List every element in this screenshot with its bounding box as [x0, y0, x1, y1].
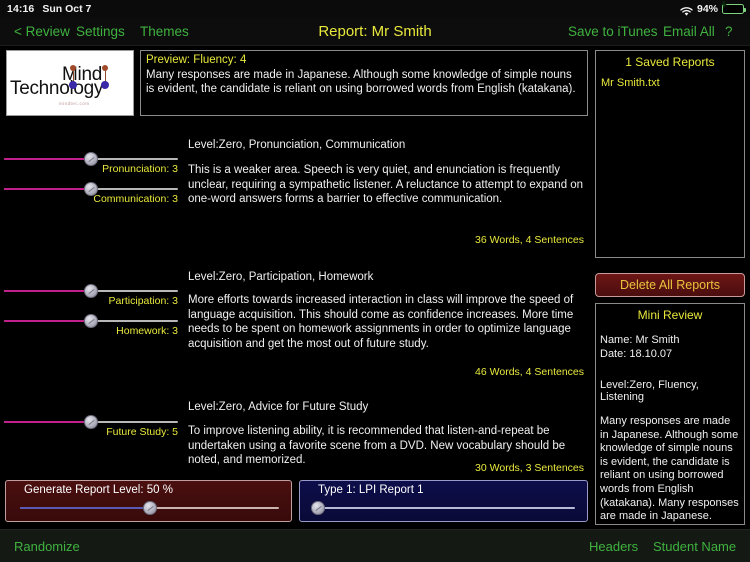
email-all-button[interactable]: Email All — [663, 18, 715, 46]
generate-report-level-panel: Generate Report Level: 50 % — [5, 480, 292, 522]
wifi-icon — [680, 5, 693, 16]
battery-percent: 94% — [696, 3, 718, 15]
logo-text-mind: Mind — [62, 64, 102, 85]
report-type-slider-thumb[interactable] — [311, 501, 325, 515]
logo-pin-head-right — [102, 65, 108, 71]
section-body: To improve listening ability, it is reco… — [188, 425, 566, 466]
mini-review-level: Level:Zero, Fluency, Listening — [600, 379, 699, 403]
status-date: Sun Oct 7 — [42, 3, 92, 15]
generate-report-level-label: Generate Report Level: 50 % — [24, 484, 173, 496]
section-body: This is a weaker area. Speech is very qu… — [188, 164, 584, 205]
section-word-count: 36 Words, 4 Sentences — [475, 234, 584, 246]
slider-thumb-homework[interactable] — [84, 314, 98, 328]
slider-fill — [4, 290, 91, 292]
slider-row[interactable]: Future Study: 5 — [0, 414, 182, 440]
mini-review-date: Date: 18.10.07 — [600, 347, 673, 360]
saved-reports-title: 1 Saved Reports — [625, 55, 715, 69]
preview-body: Many responses are made in Japanese. Alt… — [146, 69, 576, 95]
section-body: More efforts towards increased interacti… — [188, 294, 574, 350]
ios-status-bar: 14:16 Sun Oct 7 94% — [0, 0, 750, 18]
slider-label: Pronunciation: 3 — [102, 163, 178, 175]
slider-fill — [4, 320, 91, 322]
slider-fill — [4, 158, 91, 160]
slider-fill — [4, 421, 91, 423]
slider-fill — [4, 188, 91, 190]
logo-pin-head-left — [70, 65, 76, 71]
status-time: 14:16 — [7, 3, 35, 15]
mini-review-name: Name: Mr Smith — [600, 334, 680, 346]
report-type-slider-track[interactable] — [314, 507, 575, 509]
slider-thumb-participation[interactable] — [84, 284, 98, 298]
saved-reports-panel: 1 Saved Reports Mr Smith.txt — [595, 50, 745, 258]
mini-review-panel: Mini Review Name: Mr Smith Date: 18.10.0… — [595, 303, 745, 525]
mini-review-body: Many responses are made in Japanese. Alt… — [600, 415, 739, 524]
mind-technology-logo: Technology Mind mindtec.com — [6, 50, 134, 116]
report-section: Level:Zero, Pronunciation, Communication… — [0, 128, 592, 258]
section-word-count: 30 Words, 3 Sentences — [475, 462, 584, 474]
bottom-toolbar: Randomize Headers Student Name — [0, 529, 750, 562]
battery-charging-icon — [721, 0, 746, 14]
section-word-count: 46 Words, 4 Sentences — [475, 366, 584, 378]
section-heading: Level:Zero, Participation, Homework — [188, 271, 374, 283]
report-type-panel: Type 1: LPI Report 1 — [299, 480, 588, 522]
report-section: Level:Zero, Participation, Homework More… — [0, 258, 592, 388]
slider-row[interactable]: Homework: 3 — [0, 313, 182, 339]
section-heading: Level:Zero, Pronunciation, Communication — [188, 139, 406, 151]
slider-label: Homework: 3 — [116, 325, 178, 337]
preview-title: Preview: Fluency: 4 — [146, 54, 247, 66]
app-root: 14:16 Sun Oct 7 94% < Review Settings Th… — [0, 0, 750, 562]
slider-row[interactable]: Pronunciation: 3 — [0, 151, 182, 177]
mini-review-meta: Name: Mr Smith Date: 18.10.07 — [600, 334, 740, 361]
slider-label: Future Study: 5 — [106, 426, 178, 438]
report-type-label: Type 1: LPI Report 1 — [318, 484, 424, 496]
slider-thumb-future-study[interactable] — [84, 415, 98, 429]
logo-dot-o-right — [101, 81, 109, 89]
report-level-slider-fill — [20, 507, 150, 509]
section-heading: Level:Zero, Advice for Future Study — [188, 401, 369, 413]
report-level-slider-thumb[interactable] — [143, 501, 157, 515]
randomize-button[interactable]: Randomize — [14, 530, 80, 562]
logo-url-text: mindtec.com — [59, 101, 90, 106]
student-name-button[interactable]: Student Name — [653, 530, 736, 562]
slider-row[interactable]: Participation: 3 — [0, 283, 182, 309]
delete-all-reports-button[interactable]: Delete All Reports — [595, 273, 745, 297]
slider-row[interactable]: Communication: 3 — [0, 181, 182, 207]
help-button[interactable]: ? — [725, 18, 733, 46]
slider-thumb-pronunciation[interactable] — [84, 152, 98, 166]
saved-report-item[interactable]: Mr Smith.txt — [596, 77, 744, 89]
headers-button[interactable]: Headers — [589, 530, 638, 562]
report-section: Level:Zero, Advice for Future Study To i… — [0, 388, 592, 478]
save-to-itunes-button[interactable]: Save to iTunes — [568, 18, 658, 46]
top-navigation-bar: < Review Settings Themes Report: Mr Smit… — [0, 18, 750, 46]
status-right-cluster: 94% — [680, 0, 746, 18]
slider-label: Participation: 3 — [108, 295, 178, 307]
mini-review-title: Mini Review — [637, 308, 703, 322]
slider-label: Communication: 3 — [93, 193, 178, 205]
preview-panel: Preview: Fluency: 4 Many responses are m… — [140, 50, 588, 116]
logo-dot-o-left — [69, 81, 77, 89]
